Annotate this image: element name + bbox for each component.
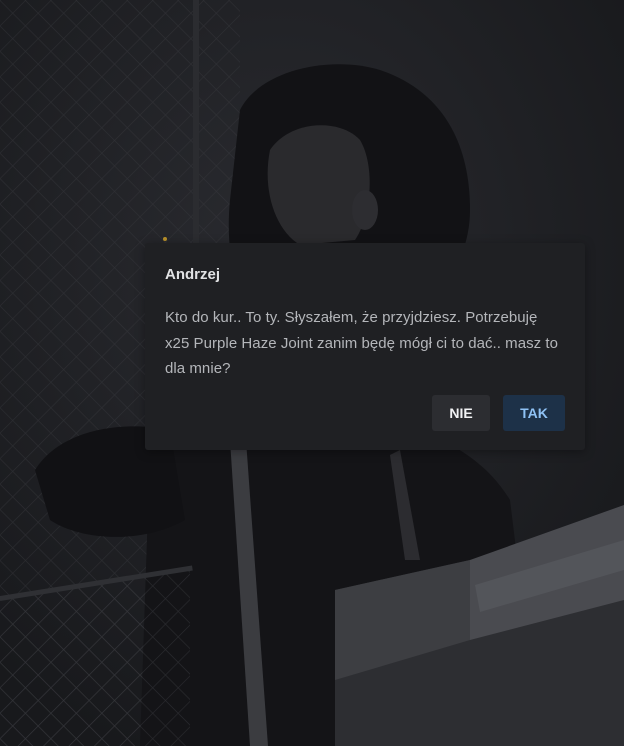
yes-button[interactable]: TAK (503, 395, 565, 431)
dialog-message: Kto do kur.. To ty. Słyszałem, że przyjd… (165, 309, 559, 377)
dialog-actions: NIE TAK (432, 395, 565, 431)
dialog-title: Andrzej (165, 266, 221, 283)
dialog: Andrzej Kto do kur.. To ty. Słyszałem, ż… (145, 243, 585, 450)
no-button[interactable]: NIE (432, 395, 490, 431)
